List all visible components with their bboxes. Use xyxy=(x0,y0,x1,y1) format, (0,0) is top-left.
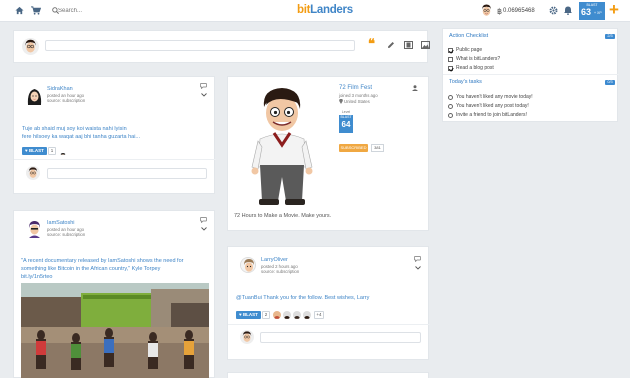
post-source: source: subscription xyxy=(261,269,300,274)
chevron-down-icon[interactable] xyxy=(415,266,421,270)
post-text-line: Tuje ab shaid muj soy koi waista nahi ly… xyxy=(22,126,127,132)
profile-joined: joined 3 months ago xyxy=(339,93,378,98)
comment-input[interactable] xyxy=(260,332,421,343)
author-name[interactable]: LarryOliver xyxy=(261,257,288,263)
post-text-line: fere hilsoey ka waqat aaj bhi tanha guza… xyxy=(22,134,141,140)
post-card: SidraKhan posted an hour ago source: sub… xyxy=(13,76,216,194)
sidebar-panel: Action Checklist 2/3 Public page What is… xyxy=(442,28,619,122)
task-item[interactable]: You haven't liked any movie today! xyxy=(456,94,533,100)
profile-name[interactable]: 72 Film Fest xyxy=(339,85,372,92)
location-icon xyxy=(339,99,343,104)
task-radio[interactable] xyxy=(448,104,453,109)
checklist-title: Action Checklist xyxy=(449,33,489,39)
tasks-badge: 0/3 xyxy=(605,80,615,85)
post-card: LarryOliver posted 2 hours ago source: s… xyxy=(227,246,430,360)
checklist-item[interactable]: What is bitLanders? xyxy=(456,56,500,62)
post-card: IamSatoshi posted an hour ago source: su… xyxy=(13,210,215,378)
checklist-item[interactable]: Public page xyxy=(456,47,482,53)
divider xyxy=(228,324,430,325)
profile-bio: 72 Hours to Make a Movie. Make yours. xyxy=(234,213,332,219)
profile-location: United States xyxy=(344,99,370,104)
balance-value: 0.06965468 xyxy=(503,8,535,14)
post-source: source: subscription xyxy=(47,98,86,103)
home-icon[interactable] xyxy=(15,6,24,15)
composer-input[interactable] xyxy=(45,40,355,51)
commenter-avatar xyxy=(26,166,40,180)
post-card xyxy=(227,372,429,378)
commenter-avatar xyxy=(240,330,254,344)
blast-count: 2 xyxy=(262,311,270,319)
user-avatar[interactable] xyxy=(479,3,494,18)
task-item[interactable]: Invite a friend to join bitLanders! xyxy=(456,112,527,118)
task-item[interactable]: You haven't liked any post today! xyxy=(456,103,529,109)
user-icon[interactable] xyxy=(412,85,418,91)
blast-button[interactable]: ♥ BLAST xyxy=(236,311,261,319)
checklist-badge: 2/3 xyxy=(605,34,615,39)
post-link[interactable]: bit.ly/1n5rteo xyxy=(21,273,53,281)
post-source: source: subscription xyxy=(47,232,86,237)
film-icon[interactable] xyxy=(404,41,413,49)
tasks-title: Today's tasks xyxy=(449,79,482,85)
profile-level-badge: BLAST 64 xyxy=(339,115,353,133)
comment-icon[interactable] xyxy=(414,256,421,262)
post-image[interactable] xyxy=(21,283,209,378)
bell-icon[interactable] xyxy=(564,6,572,15)
brand-logo[interactable]: bitLanders xyxy=(297,3,353,17)
blaster-avatar[interactable] xyxy=(303,311,311,319)
search-input[interactable] xyxy=(58,5,138,16)
post-text-line: something like Bitcoin in the African co… xyxy=(21,266,161,272)
top-navigation-bar: bitLanders ฿ 0.06965468 BLAST 63 + XP + xyxy=(0,0,630,22)
profile-card: 72 Film Fest joined 3 months ago United … xyxy=(227,76,429,231)
divider xyxy=(443,74,619,75)
more-blasters-count[interactable]: +4 xyxy=(314,311,324,319)
post-text-line: "A recent documentary released by IamSat… xyxy=(21,258,184,264)
cart-icon[interactable] xyxy=(31,6,41,15)
pencil-icon[interactable] xyxy=(387,41,395,49)
image-icon[interactable] xyxy=(421,41,430,49)
profile-avatar[interactable] xyxy=(246,85,318,209)
subscribed-button[interactable]: SUBSCRIBED xyxy=(339,144,368,152)
blaster-avatar[interactable] xyxy=(273,311,281,319)
chevron-down-icon[interactable] xyxy=(201,93,207,97)
author-avatar[interactable] xyxy=(26,220,43,238)
checklist-item[interactable]: Read a blog post xyxy=(456,65,494,71)
comment-icon[interactable] xyxy=(200,83,207,89)
blaster-avatar[interactable] xyxy=(59,147,67,155)
blast-button[interactable]: ♥ BLAST xyxy=(22,147,47,155)
blaster-avatar[interactable] xyxy=(293,311,301,319)
post-text: @TuanBui Thank you for the follow. Best … xyxy=(236,295,370,301)
quote-icon[interactable]: ❝ xyxy=(368,37,375,51)
add-button[interactable]: + xyxy=(609,1,619,19)
comment-icon[interactable] xyxy=(200,217,207,223)
author-avatar[interactable] xyxy=(240,257,256,273)
author-name[interactable]: SidraKhan xyxy=(47,86,73,92)
composer-avatar xyxy=(22,38,39,55)
checklist-checkbox[interactable] xyxy=(448,57,453,62)
author-name[interactable]: IamSatoshi xyxy=(47,220,75,226)
chevron-down-icon[interactable] xyxy=(201,227,207,231)
blast-count: 1 xyxy=(48,147,56,155)
profile-level-label: Level xyxy=(341,110,351,114)
svg-text:฿: ฿ xyxy=(497,7,502,15)
checklist-checkbox[interactable] xyxy=(448,66,453,71)
divider xyxy=(14,159,216,160)
subscriber-count: 381 xyxy=(371,144,384,152)
post-composer: ❝ xyxy=(13,30,430,63)
comment-input[interactable] xyxy=(47,168,207,179)
author-avatar[interactable] xyxy=(26,87,43,107)
level-badge[interactable]: BLAST 63 + XP xyxy=(579,2,605,20)
checklist-checkbox[interactable] xyxy=(448,48,453,53)
gear-icon[interactable] xyxy=(549,6,558,15)
task-radio[interactable] xyxy=(448,95,453,100)
task-radio[interactable] xyxy=(448,113,453,118)
blaster-avatar[interactable] xyxy=(283,311,291,319)
